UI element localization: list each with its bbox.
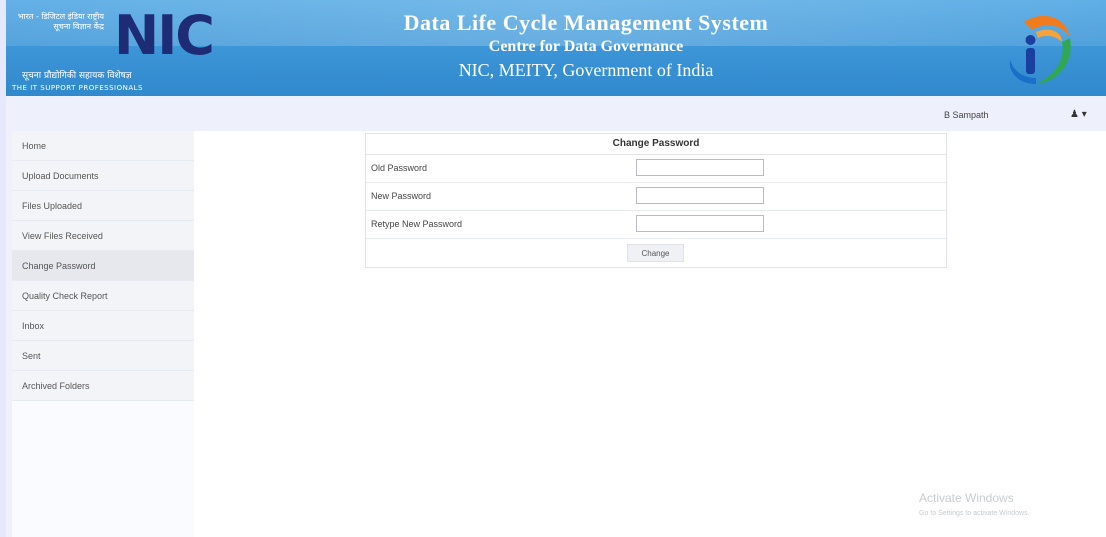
page: भारत - डिजिटल इंडिया राष्ट्रीय सूचना विज… bbox=[0, 0, 1106, 537]
username-label: B Sampath bbox=[944, 110, 989, 120]
nic-logo: भारत - डिजिटल इंडिया राष्ट्रीय सूचना विज… bbox=[12, 4, 215, 96]
main-content: Change Password Old Password New Passwor… bbox=[194, 131, 1106, 537]
new-password-row: New Password bbox=[366, 183, 946, 211]
app-title: Data Life Cycle Management System bbox=[403, 10, 769, 35]
sidebar-item-sent[interactable]: Sent bbox=[12, 341, 194, 371]
app-org: NIC, MEITY, Government of India bbox=[458, 60, 714, 80]
sidebar-item-change-password[interactable]: Change Password bbox=[12, 251, 194, 281]
old-password-row: Old Password bbox=[366, 155, 946, 183]
sidebar-item-archived-folders[interactable]: Archived Folders bbox=[12, 371, 194, 401]
old-password-label: Old Password bbox=[371, 163, 428, 173]
app-subtitle: Centre for Data Governance bbox=[488, 38, 684, 55]
logo-letters: NIC bbox=[114, 4, 215, 67]
sidebar-item-home[interactable]: Home bbox=[12, 131, 194, 161]
change-button[interactable]: Change bbox=[627, 244, 684, 262]
form-title: Change Password bbox=[366, 134, 946, 155]
sidebar-item-view-files-received[interactable]: View Files Received bbox=[12, 221, 194, 251]
sidebar-item-upload-documents[interactable]: Upload Documents bbox=[12, 161, 194, 191]
change-password-form: Change Password Old Password New Passwor… bbox=[365, 133, 947, 268]
logo-hindi-top: भारत - डिजिटल इंडिया राष्ट्रीय सूचना विज… bbox=[17, 12, 104, 31]
watermark-title: Activate Windows bbox=[919, 491, 1014, 505]
header-titles: Data Life Cycle Management System Centre… bbox=[326, 10, 846, 82]
sidebar-item-quality-check-report[interactable]: Quality Check Report bbox=[12, 281, 194, 311]
digital-india-logo-icon bbox=[1009, 15, 1071, 84]
new-password-input[interactable] bbox=[636, 187, 764, 204]
sidebar-item-files-uploaded[interactable]: Files Uploaded bbox=[12, 191, 194, 221]
retype-password-input[interactable] bbox=[636, 215, 764, 232]
retype-password-label: Retype New Password bbox=[371, 219, 463, 229]
new-password-label: New Password bbox=[371, 191, 432, 201]
logo-tagline: THE IT SUPPORT PROFESSIONALS bbox=[12, 84, 144, 92]
sidebar-item-inbox[interactable]: Inbox bbox=[12, 311, 194, 341]
old-password-input[interactable] bbox=[636, 159, 764, 176]
logo-hindi-bottom: सूचना प्रौद्योगिकी सहायक विशेषज्ञ bbox=[22, 71, 132, 81]
watermark-subtitle: Go to Settings to activate Windows. bbox=[919, 510, 1030, 517]
sidebar-empty bbox=[12, 401, 194, 537]
user-bar: B Sampath ♟ ▾ bbox=[6, 96, 1106, 132]
header-banner: भारत - डिजिटल इंडिया राष्ट्रीय सूचना विज… bbox=[6, 0, 1106, 96]
activate-windows-watermark: Activate Windows Go to Settings to activ… bbox=[919, 491, 1030, 519]
user-dropdown-icon[interactable]: ♟ ▾ bbox=[1070, 109, 1087, 120]
retype-password-row: Retype New Password bbox=[366, 211, 946, 239]
sidebar: Home Upload Documents Files Uploaded Vie… bbox=[12, 131, 194, 537]
submit-row: Change bbox=[366, 239, 946, 267]
